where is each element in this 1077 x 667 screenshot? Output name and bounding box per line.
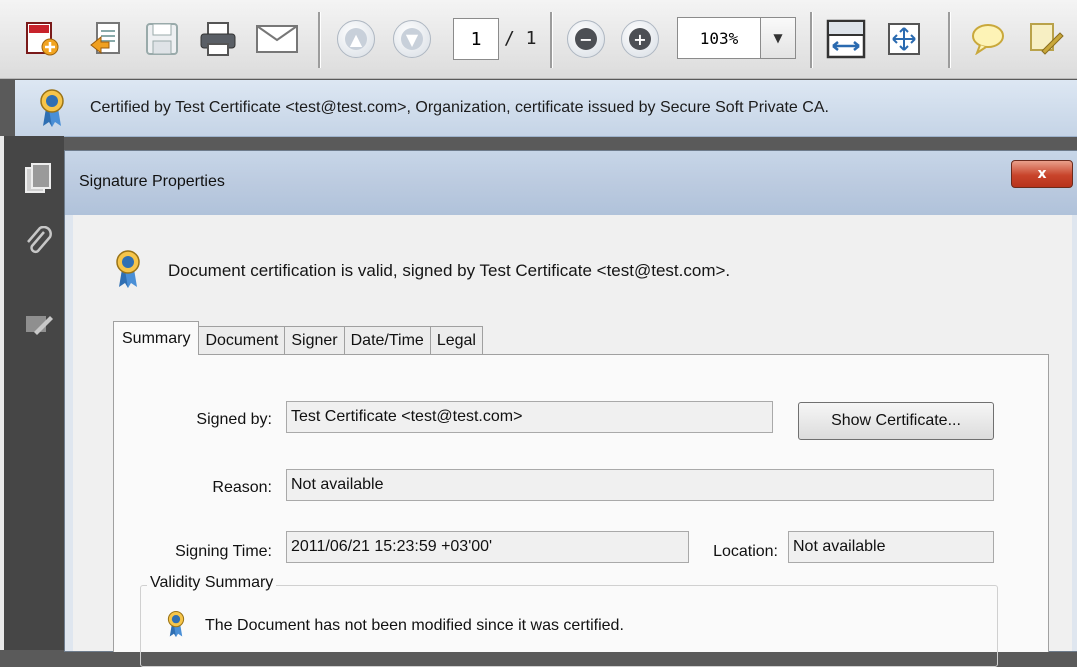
email-icon[interactable] (252, 8, 302, 70)
validity-summary-text: The Document has not been modified since… (205, 617, 624, 634)
reason-field[interactable]: Not available (286, 469, 994, 501)
dialog-body: Document certification is valid, signed … (73, 215, 1072, 667)
validity-summary-group: Validity Summary The Document has not be… (140, 574, 998, 667)
validity-message: Document certification is valid, signed … (168, 261, 731, 280)
certified-ribbon-icon (39, 88, 65, 132)
toolbar-separator (948, 12, 951, 68)
location-label: Location: (713, 543, 778, 560)
certification-bar: Certified by Test Certificate <test@test… (15, 80, 1077, 137)
chevron-down-icon: ▼ (773, 31, 783, 45)
zoom-out-icon[interactable]: − (564, 8, 608, 70)
reason-label: Reason: (212, 479, 272, 496)
tab-document[interactable]: Document (198, 326, 286, 355)
signing-time-field[interactable]: 2011/06/21 15:23:59 +03'00' (286, 531, 689, 563)
page-number-input[interactable]: 1 (453, 18, 499, 60)
fit-page-icon[interactable] (880, 8, 928, 70)
page-total: / 1 (504, 27, 537, 49)
zoom-in-icon[interactable]: + (618, 8, 662, 70)
pane-edge (0, 136, 4, 650)
summary-panel: Signed by: Test Certificate <test@test.c… (113, 354, 1049, 667)
close-button[interactable]: x (1011, 160, 1073, 188)
close-icon: x (1037, 166, 1047, 182)
pages-panel-icon[interactable] (24, 162, 52, 198)
tab-summary[interactable]: Summary (113, 321, 200, 355)
signatures-panel-icon[interactable] (24, 312, 56, 340)
save-icon[interactable] (140, 8, 184, 70)
zoom-dropdown-button[interactable]: ▼ (760, 17, 796, 59)
toolbar-separator (318, 12, 321, 68)
certified-ribbon-icon (167, 610, 185, 642)
signing-time-label: Signing Time: (175, 543, 272, 560)
tab-legal[interactable]: Legal (429, 326, 483, 355)
validity-summary-item: The Document has not been modified since… (167, 610, 624, 642)
certification-text: Certified by Test Certificate <test@test… (90, 99, 829, 116)
validity-status: Document certification is valid, signed … (115, 249, 730, 293)
print-icon[interactable] (196, 8, 240, 70)
export-icon[interactable] (84, 8, 128, 70)
show-certificate-button[interactable]: Show Certificate... (798, 402, 994, 440)
signed-by-label: Signed by: (196, 411, 272, 428)
comment-icon[interactable] (966, 8, 1010, 70)
validity-summary-legend: Validity Summary (147, 574, 277, 592)
next-page-icon[interactable]: ▼ (390, 8, 434, 70)
prev-page-icon[interactable]: ▲ (334, 8, 378, 70)
tab-date-time[interactable]: Date/Time (343, 326, 431, 355)
attachments-panel-icon[interactable] (24, 225, 54, 264)
sign-icon[interactable] (1024, 8, 1068, 70)
toolbar: ▲ ▼ 1 / 1 − + 103% ▼ (0, 0, 1077, 79)
tab-bar: Summary Document Signer Date/Time Legal (113, 321, 483, 355)
create-pdf-icon[interactable] (20, 8, 64, 70)
signed-by-field[interactable]: Test Certificate <test@test.com> (286, 401, 773, 433)
navigation-pane (0, 136, 64, 650)
location-field[interactable]: Not available (788, 531, 994, 563)
toolbar-separator (550, 12, 553, 68)
signature-properties-dialog: Signature Properties x Document certific… (64, 150, 1077, 667)
dialog-title: Signature Properties (79, 173, 225, 190)
tab-signer[interactable]: Signer (284, 326, 345, 355)
toolbar-separator (810, 12, 813, 68)
dialog-title-bar[interactable]: Signature Properties x (65, 151, 1077, 215)
certified-ribbon-icon (115, 249, 141, 293)
fit-width-icon[interactable] (822, 8, 870, 70)
zoom-input[interactable]: 103% (677, 17, 761, 59)
